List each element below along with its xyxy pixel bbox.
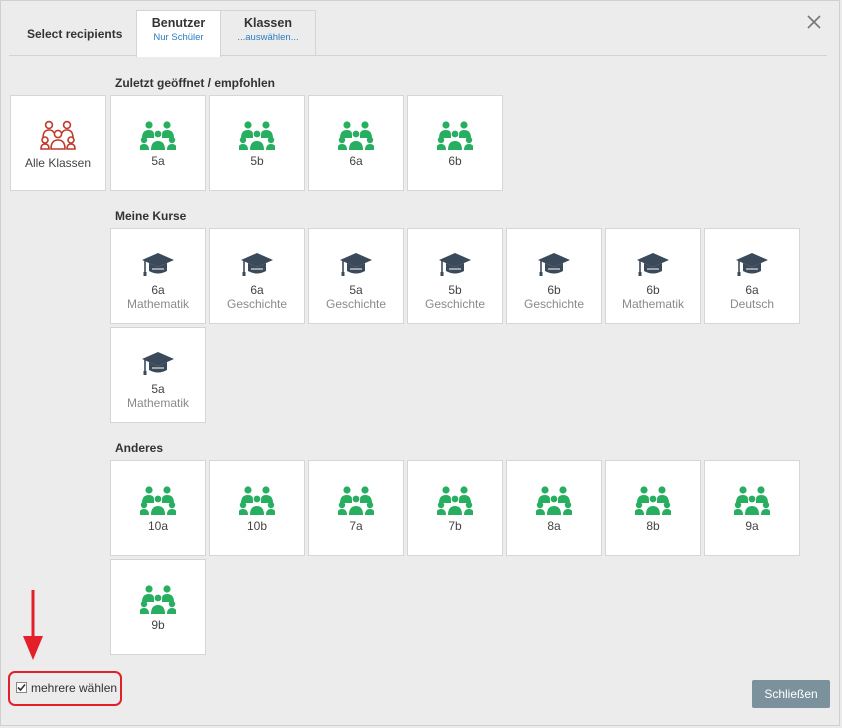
group-icon xyxy=(140,486,176,515)
dialog-header: Select recipients Benutzer Nur Schüler K… xyxy=(1,1,839,57)
tile-class-6b[interactable]: 6b xyxy=(407,95,503,191)
graduation-cap-icon xyxy=(736,253,768,276)
tile-course-6a-deutsch[interactable]: 6a Deutsch xyxy=(704,228,800,324)
group-icon xyxy=(338,121,374,150)
group-icon xyxy=(239,121,275,150)
tile-all-classes[interactable]: Alle Klassen xyxy=(10,95,106,191)
section-recent-label: Zuletzt geöffnet / empfohlen xyxy=(115,76,275,90)
tile-class-label: 6a xyxy=(745,283,759,297)
multi-select-label: mehrere wählen xyxy=(31,681,118,695)
tile-label: 8a xyxy=(547,519,561,533)
tab-klassen-label: Klassen xyxy=(244,16,292,30)
tile-label: 9a xyxy=(745,519,759,533)
dialog-title: Select recipients xyxy=(27,27,123,41)
tile-label: 5b xyxy=(250,154,264,168)
check-icon xyxy=(17,683,26,692)
tile-class-10b[interactable]: 10b xyxy=(209,460,305,556)
section-courses-label: Meine Kurse xyxy=(115,209,187,223)
tile-subject-label: Geschichte xyxy=(523,297,585,311)
tile-class-9b[interactable]: 9b xyxy=(110,559,206,655)
red-arrow-icon xyxy=(23,590,43,660)
tile-course-5b-geschichte[interactable]: 5b Geschichte xyxy=(407,228,503,324)
tile-label: 8b xyxy=(646,519,660,533)
group-icon xyxy=(437,486,473,515)
graduation-cap-icon xyxy=(142,253,174,276)
tab-klassen-sub: ...auswählen... xyxy=(237,32,299,43)
tile-course-5a-geschichte[interactable]: 5a Geschichte xyxy=(308,228,404,324)
group-icon xyxy=(437,121,473,150)
tile-class-8a[interactable]: 8a xyxy=(506,460,602,556)
tile-class-5a[interactable]: 5a xyxy=(110,95,206,191)
tile-course-5a-mathematik[interactable]: 5a Mathematik xyxy=(110,327,206,423)
tile-course-6b-geschichte[interactable]: 6b Geschichte xyxy=(506,228,602,324)
graduation-cap-icon xyxy=(241,253,273,276)
header-divider xyxy=(9,55,827,56)
tile-label: Alle Klassen xyxy=(24,156,92,170)
group-icon xyxy=(140,585,176,614)
group-icon xyxy=(734,486,770,515)
tile-class-6a[interactable]: 6a xyxy=(308,95,404,191)
tile-label: 5a xyxy=(151,154,165,168)
tile-subject-label: Mathematik xyxy=(126,396,190,410)
tile-course-6b-mathematik[interactable]: 6b Mathematik xyxy=(605,228,701,324)
group-icon xyxy=(239,486,275,515)
group-icon xyxy=(140,121,176,150)
tile-label: 9b xyxy=(151,618,165,632)
tab-benutzer-sub: Nur Schüler xyxy=(153,32,204,43)
tab-benutzer-label: Benutzer xyxy=(151,16,206,30)
tile-class-9a[interactable]: 9a xyxy=(704,460,800,556)
tab-benutzer[interactable]: Benutzer Nur Schüler xyxy=(136,10,221,57)
graduation-cap-icon xyxy=(637,253,669,276)
tile-course-6a-mathematik[interactable]: 6a Mathematik xyxy=(110,228,206,324)
tile-label: 6a xyxy=(349,154,363,168)
tile-class-label: 6a xyxy=(151,283,165,297)
tile-subject-label: Geschichte xyxy=(226,297,288,311)
tile-subject-label: Geschichte xyxy=(424,297,486,311)
multi-select-checkbox[interactable] xyxy=(16,682,27,693)
graduation-cap-icon xyxy=(142,352,174,375)
recipients-dialog: Select recipients Benutzer Nur Schüler K… xyxy=(0,0,840,726)
tile-class-label: 6b xyxy=(646,283,660,297)
tile-label: 6b xyxy=(448,154,462,168)
tile-course-6a-geschichte[interactable]: 6a Geschichte xyxy=(209,228,305,324)
tile-subject-label: Geschichte xyxy=(325,297,387,311)
group-icon xyxy=(338,486,374,515)
tile-class-label: 5a xyxy=(151,382,165,396)
tile-label: 10b xyxy=(246,519,268,533)
tile-class-7a[interactable]: 7a xyxy=(308,460,404,556)
group-icon xyxy=(536,486,572,515)
close-icon[interactable] xyxy=(805,13,823,31)
tile-subject-label: Mathematik xyxy=(621,297,685,311)
multi-select-highlight: mehrere wählen xyxy=(8,671,122,706)
group-icon xyxy=(635,486,671,515)
tile-class-label: 6a xyxy=(250,283,264,297)
tile-class-label: 6b xyxy=(547,283,561,297)
section-other-label: Anderes xyxy=(115,441,164,455)
graduation-cap-icon xyxy=(538,253,570,276)
tile-label: 7a xyxy=(349,519,363,533)
tile-subject-label: Mathematik xyxy=(126,297,190,311)
graduation-cap-icon xyxy=(340,253,372,276)
tile-class-5b[interactable]: 5b xyxy=(209,95,305,191)
tile-label: 10a xyxy=(147,519,169,533)
tile-label: 7b xyxy=(448,519,462,533)
tile-class-label: 5b xyxy=(448,283,462,297)
tile-class-label: 5a xyxy=(349,283,363,297)
tab-klassen[interactable]: Klassen ...auswählen... xyxy=(220,10,316,55)
tile-subject-label: Deutsch xyxy=(729,297,775,311)
tile-class-8b[interactable]: 8b xyxy=(605,460,701,556)
tile-class-10a[interactable]: 10a xyxy=(110,460,206,556)
close-button[interactable]: Schließen xyxy=(752,680,830,708)
group-outline-icon xyxy=(40,120,76,150)
tile-class-7b[interactable]: 7b xyxy=(407,460,503,556)
graduation-cap-icon xyxy=(439,253,471,276)
